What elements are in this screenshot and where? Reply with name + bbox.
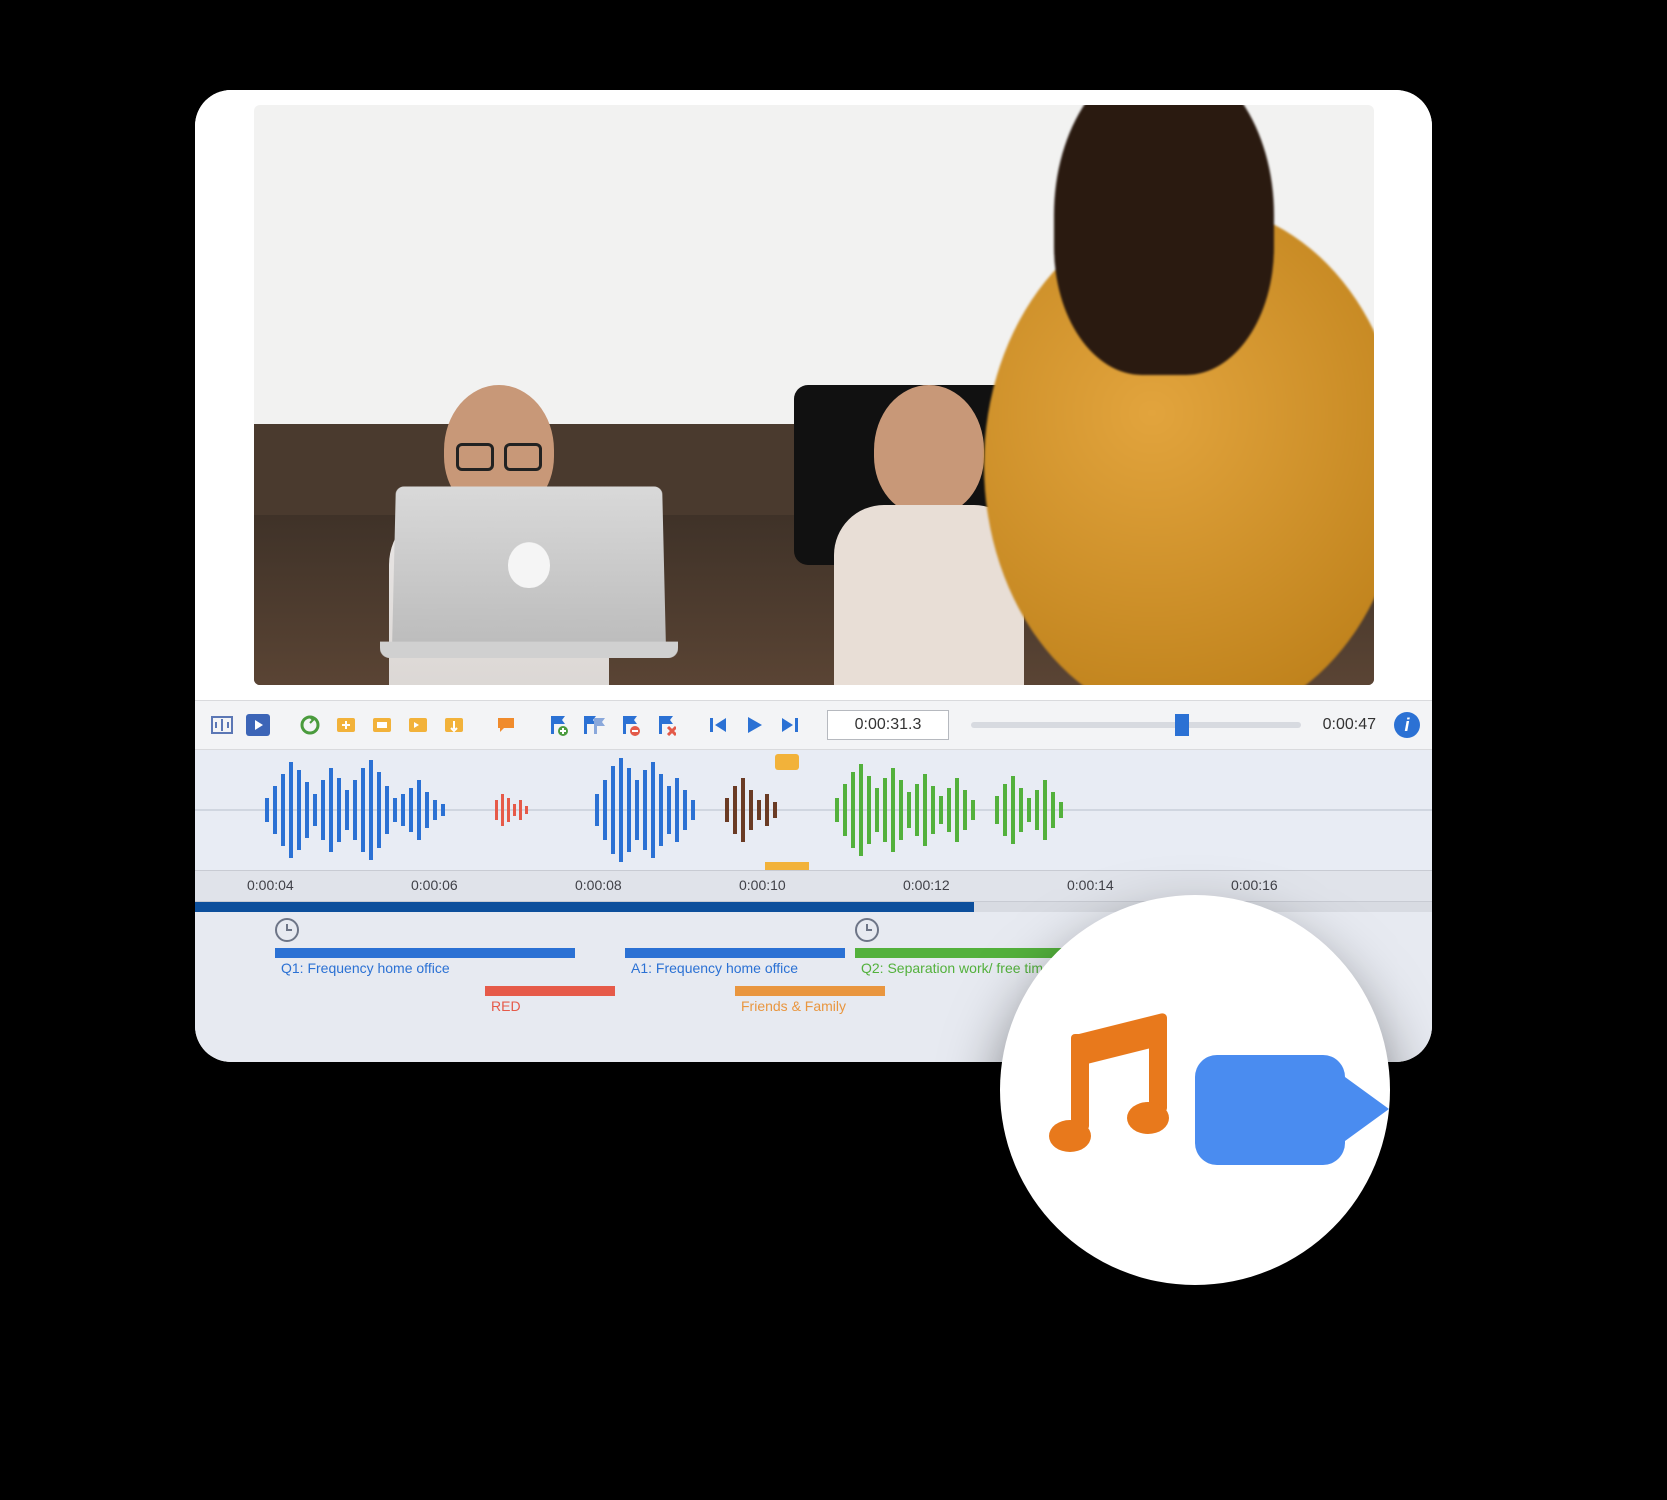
code-label: Q1: Frequency home office	[281, 960, 450, 976]
sync-icon[interactable]	[295, 710, 325, 740]
settings-icon[interactable]	[207, 710, 237, 740]
ruler-tick: 0:00:16	[1231, 877, 1278, 893]
code-segment[interactable]	[735, 986, 885, 996]
playback-slider[interactable]	[971, 722, 1301, 728]
flag-add-icon[interactable]	[543, 710, 573, 740]
ruler-tick: 0:00:12	[903, 877, 950, 893]
code-label: RED	[491, 998, 521, 1014]
ruler-tick: 0:00:08	[575, 877, 622, 893]
scene-laptop	[392, 487, 666, 646]
code-label: Friends & Family	[741, 998, 846, 1014]
clock-icon	[855, 918, 879, 942]
time-ruler[interactable]: 0:00:04 0:00:06 0:00:08 0:00:10 0:00:12 …	[195, 870, 1432, 902]
ruler-tick: 0:00:10	[739, 877, 786, 893]
add-clip-icon[interactable]	[331, 710, 361, 740]
slider-thumb[interactable]	[1175, 714, 1189, 736]
music-note-icon	[1045, 1020, 1175, 1160]
video-frame[interactable]	[254, 105, 1374, 685]
export-clip-icon[interactable]	[439, 710, 469, 740]
timeline-marker[interactable]	[775, 754, 799, 770]
play-icon[interactable]	[739, 710, 769, 740]
video-preview-pane	[195, 90, 1432, 700]
skip-start-icon[interactable]	[703, 710, 733, 740]
scene-person-3	[984, 205, 1374, 685]
flag-copy-icon[interactable]	[579, 710, 609, 740]
end-time-label: 0:00:47	[1323, 716, 1376, 734]
media-types-badge	[1000, 895, 1390, 1285]
video-camera-icon	[1195, 1055, 1345, 1165]
code-segment[interactable]	[625, 948, 845, 958]
scene-person-2	[874, 385, 984, 515]
open-clip-icon[interactable]	[367, 710, 397, 740]
info-icon[interactable]: i	[1394, 712, 1420, 738]
code-segment[interactable]	[485, 986, 615, 996]
ruler-tick: 0:00:04	[247, 877, 294, 893]
code-segment[interactable]	[275, 948, 575, 958]
progress-fill	[195, 902, 974, 912]
selection-bar[interactable]	[765, 862, 809, 870]
code-label: Q2: Separation work/ free time	[861, 960, 1051, 976]
ruler-tick: 0:00:06	[411, 877, 458, 893]
current-time-field[interactable]: 0:00:31.3	[827, 710, 949, 740]
flag-remove-icon[interactable]	[615, 710, 645, 740]
code-label: A1: Frequency home office	[631, 960, 798, 976]
clock-icon	[275, 918, 299, 942]
ruler-tick: 0:00:14	[1067, 877, 1114, 893]
comment-icon[interactable]	[491, 710, 521, 740]
skip-end-icon[interactable]	[775, 710, 805, 740]
playback-toolbar: 0:00:31.3 0:00:47 i	[195, 700, 1432, 750]
flag-clear-icon[interactable]	[651, 710, 681, 740]
insert-clip-icon[interactable]	[403, 710, 433, 740]
waveform-strip[interactable]	[195, 750, 1432, 870]
media-manager-icon[interactable]	[243, 710, 273, 740]
